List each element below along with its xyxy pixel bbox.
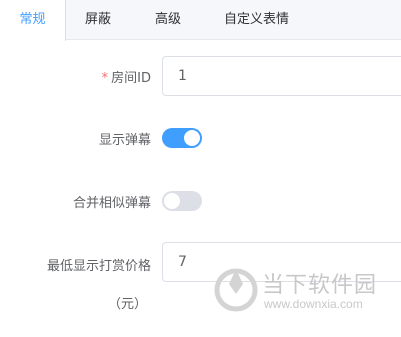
tab-advanced[interactable]: 高级 [155,0,181,40]
tab-block[interactable]: 屏蔽 [85,0,111,40]
switch-knob [184,130,200,146]
switch-knob [164,193,180,209]
watermark-text: 当下软件园 [262,273,378,298]
tab-bar: 常规 屏蔽 高级 自定义表情 [0,0,401,41]
settings-page: 常规 屏蔽 高级 自定义表情 * 房间ID 1 显示弹幕 合并相似弹幕 最低显示打… [0,0,401,337]
watermark-logo-icon [214,268,258,312]
room-id-label-text: 房间ID [111,71,151,86]
room-id-label: * 房间ID [102,67,151,86]
merge-similar-switch[interactable] [162,191,202,211]
merge-similar-label: 合并相似弹幕 [72,196,151,211]
watermark-url: www.downxia.com [264,297,363,311]
min-reward-price-label: 最低显示打赏价格 [46,259,151,274]
min-reward-price-unit: （元） [107,297,147,312]
required-mark: * [101,71,109,86]
tab-general[interactable]: 常规 [0,0,66,41]
show-danmaku-switch[interactable] [162,128,202,148]
room-id-input[interactable]: 1 [162,56,401,96]
tab-custom-emoji[interactable]: 自定义表情 [224,0,289,40]
show-danmaku-label: 显示弹幕 [98,133,151,148]
